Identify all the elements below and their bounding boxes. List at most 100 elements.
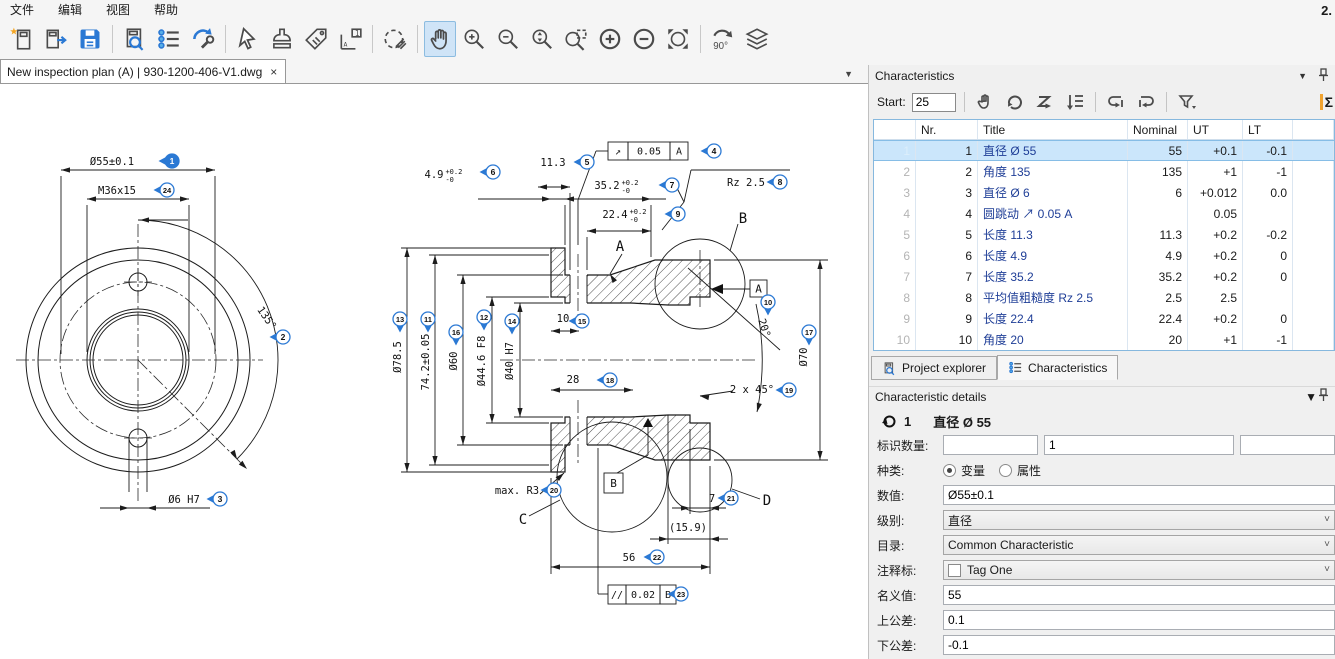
lower-tol-input[interactable] — [943, 635, 1335, 655]
balloon-4[interactable]: 4 — [701, 144, 722, 158]
document-tab[interactable]: New inspection plan (A) | 930-1200-406-V… — [0, 59, 286, 83]
column-header-index[interactable] — [874, 120, 916, 139]
characteristic-row-8[interactable]: 88平均值粗糙度 Rz 2.52.52.5 — [874, 287, 1334, 308]
open-document-icon[interactable] — [40, 21, 72, 57]
pin-icon[interactable] — [1317, 68, 1329, 85]
fcf-text[interactable]: 0.05 — [637, 147, 661, 158]
dim-text[interactable]: 4.9 — [425, 169, 444, 181]
balloon-16[interactable]: 16 — [449, 325, 463, 346]
dim-text[interactable]: 20° — [755, 317, 772, 339]
dim-text[interactable]: M36x15 — [98, 185, 136, 197]
details-collapse-chevron-icon[interactable]: ▼ — [1305, 390, 1317, 404]
balloon-12[interactable]: 12 — [477, 310, 491, 331]
dim-text[interactable]: A — [616, 239, 625, 255]
dim-text[interactable]: Ø60 — [448, 352, 460, 371]
nominal-input[interactable] — [943, 585, 1335, 605]
tab-list-chevron-icon[interactable]: ▼ — [844, 69, 853, 79]
dim-text[interactable]: Ø78.5 — [392, 341, 404, 373]
dim-text[interactable]: B — [739, 211, 747, 227]
balloon-20[interactable]: 20 — [541, 483, 562, 497]
id-count-input-1[interactable] — [943, 435, 1038, 455]
menu-item-0[interactable]: 文件 — [10, 1, 34, 18]
characteristic-row-2[interactable]: 22角度 135135+1-1 — [874, 161, 1334, 182]
characteristic-row-7[interactable]: 77长度 35.235.2+0.20 — [874, 266, 1334, 287]
dim-text[interactable]: max. R3 — [495, 485, 539, 497]
dim-text[interactable]: 28 — [567, 374, 580, 386]
find-document-icon[interactable] — [119, 21, 151, 57]
catalog-select[interactable]: Common Characteristic˅ — [943, 535, 1335, 555]
close-tab-icon[interactable]: × — [270, 65, 277, 79]
dim-text[interactable]: D — [763, 493, 771, 509]
tag-checkbox[interactable] — [948, 564, 961, 577]
zoom-fit-icon[interactable] — [662, 21, 694, 57]
radio-variable-dot[interactable] — [943, 464, 956, 477]
stamp-icon[interactable] — [266, 21, 298, 57]
sketch-circle-icon[interactable] — [379, 21, 411, 57]
fcf-text[interactable]: // — [611, 590, 623, 601]
fcf-text[interactable]: B — [665, 590, 671, 601]
zoom-dynamic-icon[interactable] — [526, 21, 558, 57]
dim-text[interactable]: Ø40 H7 — [504, 342, 516, 380]
pan-hand-icon[interactable] — [424, 21, 456, 57]
level-select[interactable]: 直径˅ — [943, 510, 1335, 530]
upper-tol-input[interactable] — [943, 610, 1335, 630]
balloon-7[interactable]: 7 — [659, 178, 680, 192]
dim-text[interactable]: Rz 2.5 — [727, 177, 765, 189]
update-wrench-icon[interactable] — [187, 21, 219, 57]
balloon-10[interactable]: 10 — [761, 295, 775, 316]
panel-collapse-chevron-icon[interactable]: ▼ — [1298, 71, 1307, 81]
characteristic-row-10[interactable]: 1010角度 2020+1-1 — [874, 329, 1334, 350]
balloon-3[interactable]: 3 — [207, 492, 228, 506]
characteristics-table-header[interactable]: Nr.TitleNominalUTLT — [874, 120, 1334, 140]
new-document-icon[interactable] — [6, 21, 38, 57]
balloon-19[interactable]: 19 — [776, 383, 797, 397]
decrease-circle-icon[interactable] — [628, 21, 660, 57]
menu-item-2[interactable]: 视图 — [106, 1, 130, 18]
tab-characteristics[interactable]: Characteristics — [997, 355, 1118, 380]
balloon-14[interactable]: 14 — [505, 314, 519, 335]
dim-text[interactable]: Ø6 H7 — [168, 494, 200, 506]
sum-icon[interactable]: Σ — [1320, 94, 1333, 110]
dimension-corner-icon[interactable]: A1 — [334, 21, 366, 57]
balloon-21[interactable]: 21 — [718, 491, 739, 505]
dim-text[interactable]: 22.4 — [602, 209, 627, 221]
rotate-90-icon[interactable]: 90° — [707, 21, 739, 57]
dim-text[interactable]: Ø55±0.1 — [90, 156, 134, 168]
balloon-18[interactable]: 18 — [597, 373, 618, 387]
value-input[interactable] — [943, 485, 1335, 505]
balloon-24[interactable]: 24 — [154, 183, 175, 197]
zoom-window-icon[interactable] — [560, 21, 592, 57]
balloon-15[interactable]: 15 — [569, 314, 590, 328]
fcf-text[interactable]: 0.02 — [631, 590, 655, 601]
column-header-Title[interactable]: Title — [978, 120, 1128, 139]
dim-text[interactable]: C — [519, 512, 527, 528]
dim-text[interactable]: 35.2 — [594, 180, 619, 192]
select-hand-icon[interactable] — [973, 90, 997, 114]
dim-text[interactable]: (15.9) — [669, 522, 707, 534]
increase-circle-icon[interactable] — [594, 21, 626, 57]
dim-text[interactable]: 74.2±0.05 — [420, 334, 432, 391]
move-last-icon[interactable] — [1134, 90, 1158, 114]
balloon-22[interactable]: 22 — [644, 550, 665, 564]
balloon-6[interactable]: 6 — [480, 165, 501, 179]
move-first-icon[interactable] — [1104, 90, 1128, 114]
fcf-text[interactable]: ↗ — [615, 147, 621, 158]
tag-select[interactable]: Tag One˅ — [943, 560, 1335, 580]
save-icon[interactable] — [74, 21, 106, 57]
column-header-Nominal[interactable]: Nominal — [1128, 120, 1188, 139]
dim-text[interactable]: 11.3 — [540, 157, 565, 169]
zigzag-arrow-icon[interactable] — [1033, 90, 1057, 114]
drawing-canvas[interactable]: Ø55±0.1M36x15135°Ø6 H711.34.9+0.2-035.2+… — [0, 83, 868, 659]
dim-text[interactable]: Ø44.6 F8 — [476, 336, 488, 387]
id-count-input-2[interactable] — [1044, 435, 1234, 455]
characteristic-row-3[interactable]: 33直径 Ø 66+0.0120.0 — [874, 182, 1334, 203]
balloon-8[interactable]: 8 — [767, 175, 788, 189]
characteristic-row-5[interactable]: 55长度 11.311.3+0.2-0.2 — [874, 224, 1334, 245]
radio-variable[interactable]: 变量 — [943, 462, 985, 479]
balloon-13[interactable]: 13 — [393, 312, 407, 333]
dim-text[interactable]: 2 x 45° — [730, 384, 774, 396]
balloon-17[interactable]: 17 — [802, 325, 816, 346]
column-header-UT[interactable]: UT — [1188, 120, 1243, 139]
id-count-input-3[interactable] — [1240, 435, 1335, 455]
menu-item-1[interactable]: 编辑 — [58, 1, 82, 18]
